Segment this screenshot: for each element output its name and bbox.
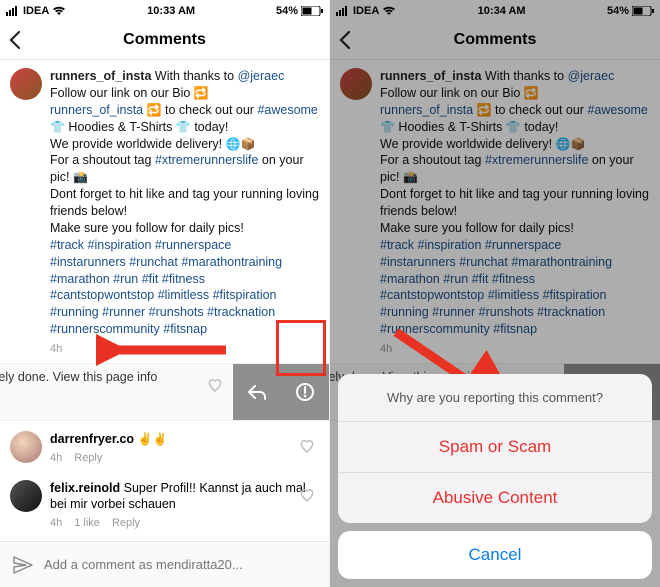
caption-username[interactable]: runners_of_insta — [50, 69, 151, 83]
comment-row[interactable]: darrenfryer.co ✌️✌️ 4hReply — [0, 421, 329, 470]
comment-username[interactable]: darrenfryer.co — [50, 432, 134, 446]
clock-label: 10:34 AM — [478, 5, 526, 17]
hashtag-link[interactable]: #xtremerunnerslife — [155, 153, 259, 167]
avatar[interactable] — [10, 68, 42, 100]
carrier-label: IDEA — [353, 5, 379, 17]
battery-icon — [301, 6, 323, 16]
avatar[interactable] — [10, 431, 42, 463]
hashtag-link[interactable]: #marathon #run #fit #fitness — [380, 272, 535, 286]
heart-icon[interactable] — [299, 439, 315, 453]
comment-row[interactable]: felix.reinold Super Profil!! Kannst ja a… — [0, 470, 329, 535]
sheet-cancel-button[interactable]: Cancel — [338, 531, 652, 579]
comment-composer[interactable] — [0, 541, 329, 587]
caption-block: runners_of_insta With thanks to @jeraec … — [330, 60, 660, 363]
wifi-icon — [382, 6, 396, 16]
comment-username[interactable]: felix.reinold — [50, 481, 120, 495]
caption-text: runners_of_insta With thanks to @jeraec … — [50, 68, 319, 357]
hashtag-link[interactable]: #xtremerunnerslife — [485, 153, 589, 167]
sheet-title: Why are you reporting this comment? — [338, 374, 652, 422]
hashtag-link[interactable]: #cantstopwontstop #limitless #fitspirati… — [50, 288, 277, 302]
heart-icon[interactable] — [207, 378, 223, 392]
battery-percent: 54% — [607, 5, 629, 17]
reply-link[interactable]: Reply — [74, 451, 102, 465]
hashtag-link[interactable]: #awesome — [587, 103, 647, 117]
wifi-icon — [52, 6, 66, 16]
comment-input[interactable] — [44, 557, 317, 572]
hashtag-link[interactable]: #marathon #run #fit #fitness — [50, 272, 205, 286]
status-bar: IDEA 10:34 AM 54% — [330, 0, 660, 20]
carrier-label: IDEA — [23, 5, 49, 17]
back-icon[interactable] — [8, 30, 22, 50]
avatar[interactable] — [340, 68, 372, 100]
hashtag-link[interactable]: #track #inspiration #runnerspace — [380, 238, 561, 252]
annotation-arrow — [96, 332, 236, 368]
battery-percent: 54% — [276, 5, 298, 17]
hashtag-link[interactable]: #instarunners #runchat #marathontraining — [50, 255, 282, 269]
mention-link[interactable]: @jeraec — [568, 69, 615, 83]
page-title: Comments — [123, 31, 206, 49]
send-icon[interactable] — [12, 555, 34, 575]
battery-icon — [632, 6, 654, 16]
signal-icon — [6, 6, 20, 16]
back-icon[interactable] — [338, 30, 352, 50]
caption-block: runners_of_insta With thanks to @jeraec … — [0, 60, 329, 363]
page-title: Comments — [454, 31, 537, 49]
heart-icon[interactable] — [299, 488, 315, 502]
sheet-option-spam[interactable]: Spam or Scam — [338, 422, 652, 473]
phone-right: IDEA 10:34 AM 54% Comments runners_of_in… — [330, 0, 660, 587]
hashtag-link[interactable]: #cantstopwontstop #limitless #fitspirati… — [380, 288, 607, 302]
avatar[interactable] — [10, 480, 42, 512]
mention-link[interactable]: @jeraec — [238, 69, 285, 83]
action-sheet: Why are you reporting this comment? Spam… — [338, 374, 652, 579]
clock-label: 10:33 AM — [147, 5, 195, 17]
mention-link[interactable]: runners_of_insta — [380, 103, 477, 117]
reply-link[interactable]: Reply — [112, 516, 140, 530]
sheet-option-abusive[interactable]: Abusive Content — [338, 473, 652, 523]
hashtag-link[interactable]: #instarunners #runchat #marathontraining — [380, 255, 612, 269]
hashtag-link[interactable]: #awesome — [257, 103, 317, 117]
caption-text: runners_of_insta With thanks to @jeraec … — [380, 68, 650, 357]
nav-bar: Comments — [0, 20, 329, 60]
annotation-highlight — [276, 320, 326, 376]
hashtag-link[interactable]: #track #inspiration #runnerspace — [50, 238, 231, 252]
mention-link[interactable]: runners_of_insta — [50, 103, 147, 117]
hashtag-link[interactable]: #running #runner #runshots #tracknation — [380, 305, 605, 319]
status-bar: IDEA 10:33 AM 54% — [0, 0, 329, 20]
nav-bar: Comments — [330, 20, 660, 60]
phone-left: IDEA 10:33 AM 54% Comments runners_of_in… — [0, 0, 330, 587]
swipe-reply-button[interactable] — [233, 364, 281, 420]
signal-icon — [336, 6, 350, 16]
hashtag-link[interactable]: #running #runner #runshots #tracknation — [50, 305, 275, 319]
caption-username[interactable]: runners_of_insta — [380, 69, 481, 83]
